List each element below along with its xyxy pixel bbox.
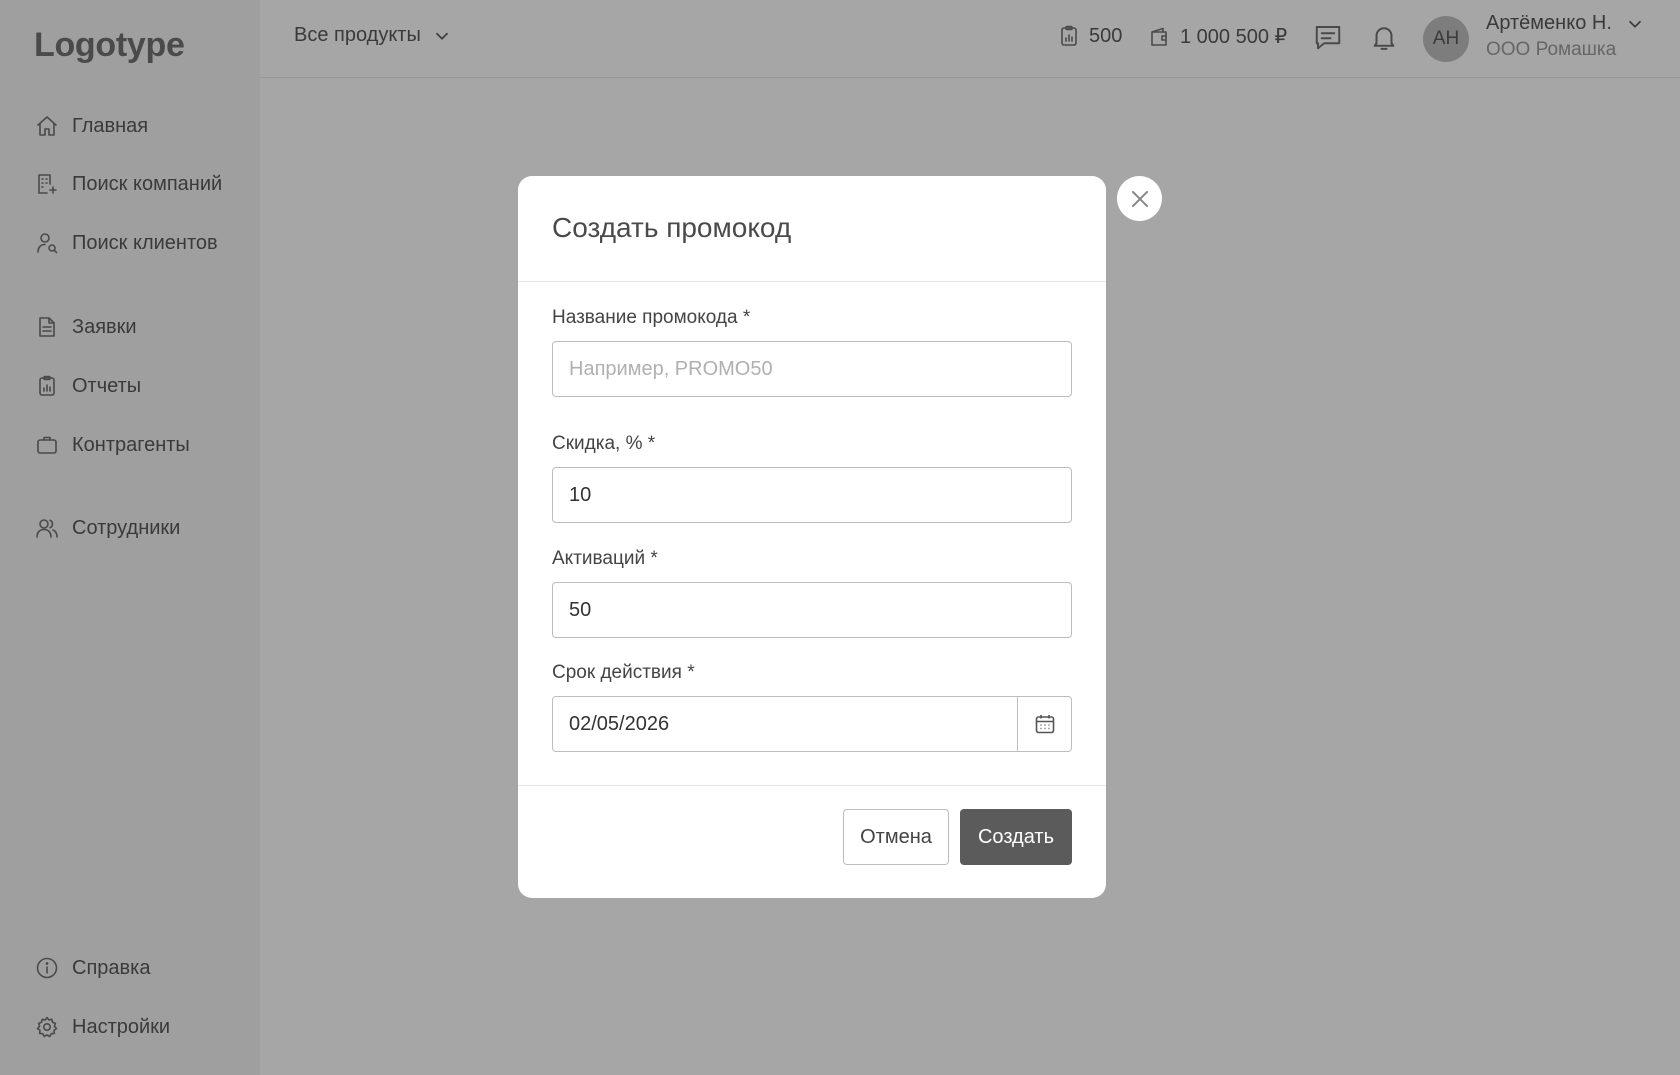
close-modal-button[interactable] [1117,176,1162,221]
close-icon [1131,190,1148,207]
messages-button[interactable] [1311,20,1345,54]
chevron-down-icon [435,32,448,40]
activations-label: Активаций * [552,548,658,569]
sidebar-item-label: Сотрудники [72,516,181,539]
building-search-icon [34,171,60,197]
products-dropdown-label: Все продукты [294,24,421,46]
document-icon [34,314,60,340]
avatar[interactable]: АН [1423,16,1469,62]
user-menu[interactable]: Артёменко Н. ООО Ромашка [1486,12,1646,61]
clipboard-chart-icon [34,373,60,399]
user-search-icon [34,230,60,256]
gear-icon [34,1014,60,1040]
user-name: Артёменко Н. [1486,12,1612,34]
expiry-label: Срок действия * [552,662,695,683]
sidebar-item-label: Справка [72,956,151,979]
reports-counter[interactable]: 500 [1057,24,1122,48]
expiry-date-input[interactable] [553,697,1017,751]
home-icon [34,113,60,139]
sidebar-item-label: Настройки [72,1015,171,1038]
sidebar-item-counterparties[interactable]: Контрагенты [34,425,190,465]
sidebar-item-label: Главная [72,114,149,137]
sidebar-item-help[interactable]: Справка [34,948,150,988]
users-icon [34,515,60,541]
sidebar-item-reports[interactable]: Отчеты [34,366,141,406]
balance[interactable]: 1 000 500 ₽ [1148,24,1287,49]
notifications-button[interactable] [1367,20,1401,54]
products-dropdown[interactable]: Все продукты [294,24,453,47]
sidebar-item-employees[interactable]: Сотрудники [34,508,180,548]
divider [518,785,1106,786]
modal-title: Создать промокод [552,212,792,243]
sidebar-item-company-search[interactable]: Поиск компаний [34,164,222,204]
date-picker-button[interactable] [1017,697,1071,751]
sidebar-item-label: Контрагенты [72,433,190,456]
wallet-icon [1151,27,1167,46]
user-org: ООО Ромашка [1486,39,1617,60]
discount-label: Скидка, % * [552,433,656,454]
bell-icon [1373,27,1395,50]
reports-count: 500 [1089,24,1123,47]
expiry-date-field [552,696,1072,752]
sidebar-item-home[interactable]: Главная [34,106,148,146]
chevron-down-icon [1628,20,1641,28]
sidebar-item-label: Заявки [72,315,137,338]
balance-amount: 1 000 500 ₽ [1180,26,1288,48]
info-icon [34,955,60,981]
calendar-icon [1035,715,1054,734]
logo[interactable]: Logotype [34,26,185,65]
briefcase-icon [34,432,60,458]
sidebar-item-label: Отчеты [72,374,142,397]
promo-name-input[interactable] [552,341,1072,397]
chat-icon [1315,26,1341,50]
cancel-button[interactable]: Отмена [843,809,949,865]
top-header: Все продукты 500 1 000 500 ₽ АН Артёменк… [260,0,1680,78]
divider [518,281,1106,282]
sidebar-item-label: Поиск компаний [72,172,223,195]
sidebar-item-label: Поиск клиентов [72,231,218,254]
activations-input[interactable] [552,582,1072,638]
clipboard-chart-icon [1061,25,1077,46]
create-button[interactable]: Создать [960,809,1072,865]
sidebar-item-settings[interactable]: Настройки [34,1007,170,1047]
promo-name-label: Название промокода * [552,307,751,328]
create-promo-modal: Создать промокод Название промокода * Ск… [518,176,1106,898]
discount-input[interactable] [552,467,1072,523]
sidebar-item-client-search[interactable]: Поиск клиентов [34,223,218,263]
sidebar: Logotype Главная Поиск компаний Поиск кл… [0,0,260,1075]
sidebar-item-requests[interactable]: Заявки [34,307,137,347]
